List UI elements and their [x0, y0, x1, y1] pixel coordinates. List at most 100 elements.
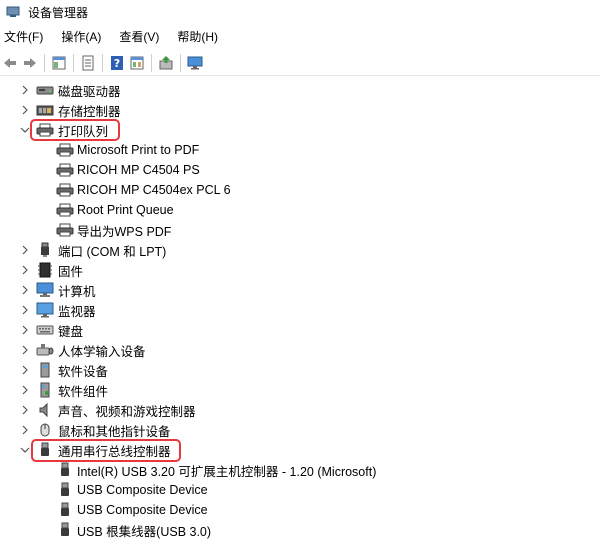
tree-item-monitors[interactable]: 监视器 — [0, 300, 600, 320]
chevron-right-icon[interactable] — [20, 260, 30, 280]
chevron-right-icon[interactable] — [20, 360, 30, 380]
chevron-right-icon[interactable] — [20, 340, 30, 360]
menu-help[interactable]: 帮助(H) — [173, 27, 224, 47]
toolbar-separator — [73, 53, 74, 72]
tree-item-sound-video-game[interactable]: 声音、视频和游戏控制器 — [0, 400, 600, 420]
tree-child-item[interactable]: Root Print Queue — [0, 200, 600, 220]
tree-item-label: 鼠标和其他指针设备 — [58, 424, 171, 439]
monitor-icon[interactable] — [185, 53, 205, 73]
tree-child-item[interactable]: 导出为WPS PDF — [0, 220, 600, 240]
tree-item-label: 计算机 — [58, 284, 96, 299]
window-title: 设备管理器 — [28, 5, 89, 20]
tree-child-item[interactable]: RICOH MP C4504ex PCL 6 — [0, 180, 600, 200]
svg-text:?: ? — [114, 57, 120, 70]
firmware-icon — [36, 262, 54, 278]
help-icon[interactable]: ? — [107, 53, 127, 73]
show-hide-tree-icon[interactable] — [49, 53, 69, 73]
tree-item-print-queues[interactable]: 打印队列 — [0, 120, 600, 140]
tree-item-label: 导出为WPS PDF — [77, 224, 172, 239]
menu-file[interactable]: 文件(F) — [0, 27, 49, 47]
chevron-right-icon[interactable] — [20, 400, 30, 420]
printer-icon — [56, 142, 74, 158]
chevron-right-icon[interactable] — [20, 100, 30, 120]
tree-item-label: USB Composite Device — [77, 503, 208, 517]
toolbar-separator — [180, 53, 181, 72]
mouse-icon — [36, 422, 54, 438]
usb-icon — [36, 442, 54, 458]
tree-child-item[interactable]: USB Composite Device — [0, 500, 600, 520]
monitor-icon — [36, 302, 54, 318]
tree-item-label: RICOH MP C4504ex PCL 6 — [77, 183, 231, 197]
chevron-right-icon[interactable] — [20, 320, 30, 340]
usb-icon — [56, 482, 74, 498]
toolbar-separator — [151, 53, 152, 72]
tree-child-item[interactable]: Intel(R) USB 3.20 可扩展主机控制器 - 1.20 (Micro… — [0, 460, 600, 480]
tree-item-label: Microsoft Print to PDF — [77, 143, 200, 157]
tree-item-usb-controllers[interactable]: 通用串行总线控制器 — [0, 440, 600, 460]
speaker-icon — [36, 402, 54, 418]
software-device-icon — [36, 362, 54, 378]
usb-icon — [56, 522, 74, 538]
tree-item-software-devices[interactable]: 软件设备 — [0, 360, 600, 380]
tree-child-item[interactable]: Microsoft Print to PDF — [0, 140, 600, 160]
tree-item-label: 打印队列 — [58, 124, 109, 139]
chevron-right-icon[interactable] — [20, 280, 30, 300]
tree-item-hid[interactable]: 人体学输入设备 — [0, 340, 600, 360]
tree-child-item[interactable]: USB Composite Device — [0, 480, 600, 500]
toolbar-separator — [102, 53, 103, 72]
tree-item-label: Root Print Queue — [77, 203, 174, 217]
tree-item-storage-controllers[interactable]: 存储控制器 — [0, 100, 600, 120]
tree-item-label: Intel(R) USB 3.20 可扩展主机控制器 - 1.20 (Micro… — [77, 464, 377, 479]
tree-item-label: 端口 (COM 和 LPT) — [58, 244, 167, 259]
chevron-down-icon[interactable] — [20, 120, 30, 140]
back-icon[interactable] — [0, 53, 20, 73]
tree-item-firmware[interactable]: 固件 — [0, 260, 600, 280]
usb-icon — [56, 502, 74, 518]
tree-item-label: 监视器 — [58, 304, 96, 319]
menu-view[interactable]: 查看(V) — [115, 27, 165, 47]
tree-item-label: 通用串行总线控制器 — [58, 444, 171, 459]
tree-item-mice[interactable]: 鼠标和其他指针设备 — [0, 420, 600, 440]
tree-item-label: 固件 — [58, 264, 84, 279]
properties-icon[interactable] — [78, 53, 98, 73]
chevron-right-icon[interactable] — [20, 300, 30, 320]
printer-icon — [56, 222, 74, 238]
view-icon[interactable] — [127, 53, 147, 73]
update-driver-icon[interactable] — [156, 53, 176, 73]
tree-item-label: RICOH MP C4504 PS — [77, 163, 200, 177]
chevron-right-icon[interactable] — [20, 380, 30, 400]
tree-item-label: USB 根集线器(USB 3.0) — [77, 524, 212, 539]
chevron-right-icon[interactable] — [20, 420, 30, 440]
computer-icon — [36, 282, 54, 298]
tree-item-label: 软件设备 — [58, 364, 109, 379]
chevron-down-icon[interactable] — [20, 440, 30, 460]
tree-item-ports[interactable]: 端口 (COM 和 LPT) — [0, 240, 600, 260]
printer-icon — [36, 122, 54, 138]
menu-action[interactable]: 操作(A) — [57, 27, 107, 47]
printer-icon — [56, 162, 74, 178]
tree-child-item[interactable]: USB 根集线器(USB 3.0) — [0, 520, 600, 540]
tree-child-item[interactable]: RICOH MP C4504 PS — [0, 160, 600, 180]
tree-item-computer[interactable]: 计算机 — [0, 280, 600, 300]
tree-item-label: USB Composite Device — [77, 483, 208, 497]
tree-item-label: 键盘 — [58, 324, 84, 339]
tree-item-label: 软件组件 — [58, 384, 109, 399]
chevron-right-icon[interactable] — [20, 80, 30, 100]
tree-item-label: 人体学输入设备 — [58, 344, 146, 359]
usb-icon — [56, 462, 74, 478]
tree-item-label: 声音、视频和游戏控制器 — [58, 404, 196, 419]
chevron-right-icon[interactable] — [20, 240, 30, 260]
tree-item-label: 存储控制器 — [58, 104, 121, 119]
software-component-icon — [36, 382, 54, 398]
toolbar-separator — [44, 53, 45, 72]
keyboard-icon — [36, 322, 54, 338]
device-manager-icon — [6, 6, 20, 18]
hid-icon — [36, 342, 54, 358]
tree-item-disk-drives[interactable]: 磁盘驱动器 — [0, 80, 600, 100]
disk-drive-icon — [36, 82, 54, 98]
tree-item-keyboards[interactable]: 键盘 — [0, 320, 600, 340]
tree-item-software-components[interactable]: 软件组件 — [0, 380, 600, 400]
storage-controller-icon — [36, 102, 54, 118]
forward-icon[interactable] — [20, 53, 40, 73]
printer-icon — [56, 202, 74, 218]
